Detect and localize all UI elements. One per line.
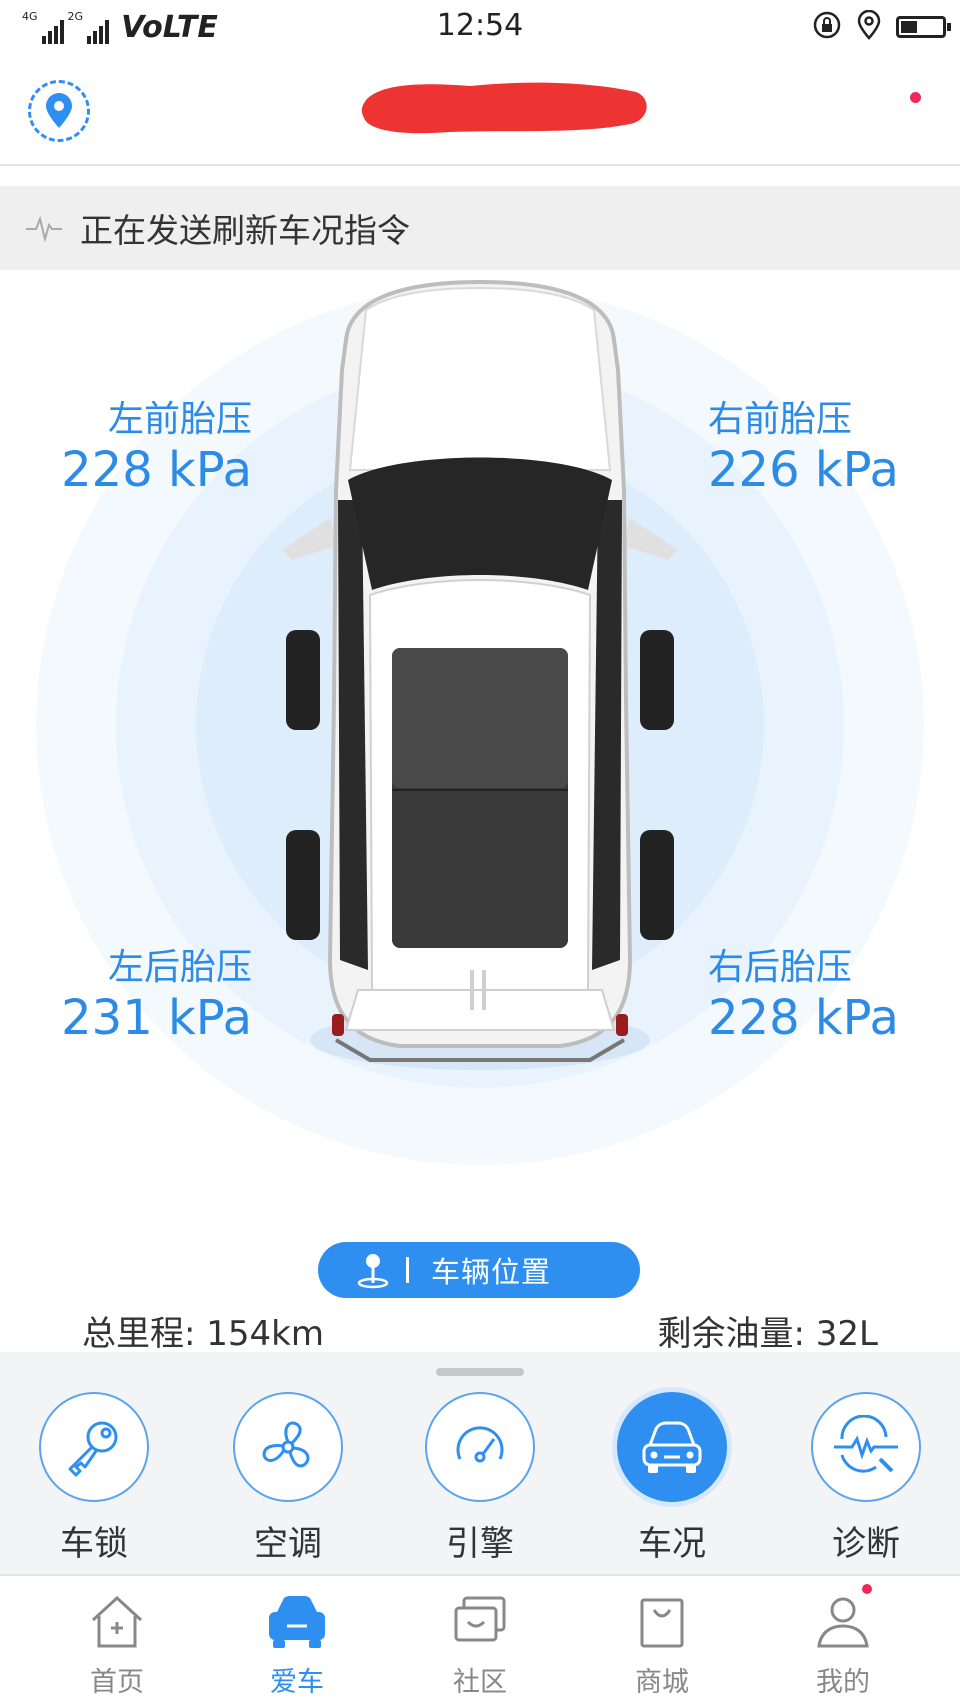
battery-icon bbox=[896, 16, 951, 38]
shop-bag-icon bbox=[640, 1598, 684, 1648]
location-button[interactable] bbox=[28, 80, 90, 142]
app-header bbox=[0, 52, 960, 166]
home-icon bbox=[91, 1595, 143, 1648]
rotation-lock-icon bbox=[812, 10, 842, 44]
tab-profile-label: 我的 bbox=[816, 1667, 870, 1698]
function-lock-label: 车锁 bbox=[60, 1524, 128, 1564]
bottom-tab-bar: 首页 爱车 社区 商城 我的 bbox=[0, 1574, 960, 1708]
fan-icon bbox=[262, 1421, 310, 1468]
tire-rear-right: 右后胎压 228 kPa bbox=[708, 946, 948, 1046]
function-ac-circle bbox=[233, 1392, 343, 1502]
car-front-icon bbox=[642, 1421, 702, 1473]
location-status-icon bbox=[856, 9, 882, 44]
tab-profile[interactable]: 我的 bbox=[783, 1592, 903, 1699]
vehicle-location-label: 车辆位置 bbox=[431, 1255, 552, 1289]
redacted-plate-title bbox=[361, 82, 647, 134]
key-icon bbox=[68, 1421, 118, 1477]
banner-text: 正在发送刷新车况指令 bbox=[80, 211, 410, 250]
notification-dot bbox=[910, 92, 921, 103]
tire-rear-left: 左后胎压 231 kPa bbox=[12, 946, 252, 1046]
total-mileage: 总里程: 154km bbox=[82, 1314, 324, 1354]
tab-shop-label: 商城 bbox=[635, 1667, 689, 1698]
function-panel: 车锁 空调 引擎 车况 诊断 bbox=[0, 1352, 960, 1574]
tire-rear-left-value: 231 kPa bbox=[61, 990, 252, 1046]
function-ac-label: 空调 bbox=[254, 1524, 322, 1564]
divider bbox=[406, 1257, 409, 1283]
vehicle-status-area: 左前胎压 228 kPa 右前胎压 226 kPa 左后胎压 231 kPa 右… bbox=[0, 270, 960, 1170]
car-top-view-illustration bbox=[282, 279, 678, 1070]
tire-front-right: 右前胎压 226 kPa bbox=[708, 398, 948, 498]
function-diagnosis-circle bbox=[811, 1392, 921, 1502]
function-condition[interactable]: 车况 bbox=[607, 1392, 737, 1565]
function-engine-circle bbox=[425, 1392, 535, 1502]
tire-rear-left-label: 左后胎压 bbox=[107, 947, 252, 988]
tire-front-left: 左前胎压 228 kPa bbox=[12, 398, 252, 498]
tire-rear-right-label: 右后胎压 bbox=[708, 947, 853, 988]
remaining-fuel: 剩余油量: 32L bbox=[657, 1314, 878, 1354]
vehicle-location-button[interactable]: 车辆位置 bbox=[318, 1242, 640, 1298]
tab-shop[interactable]: 商城 bbox=[602, 1592, 722, 1699]
function-lock[interactable]: 车锁 bbox=[29, 1392, 159, 1565]
pulse-icon bbox=[26, 215, 62, 242]
diagnosis-icon bbox=[834, 1415, 898, 1473]
function-condition-label: 车况 bbox=[638, 1524, 706, 1564]
function-diagnosis-label: 诊断 bbox=[832, 1524, 900, 1564]
function-condition-circle bbox=[617, 1392, 727, 1502]
drag-handle[interactable] bbox=[436, 1368, 524, 1376]
person-icon bbox=[817, 1597, 869, 1648]
car-icon bbox=[269, 1596, 325, 1648]
function-engine[interactable]: 引擎 bbox=[415, 1392, 545, 1565]
function-diagnosis[interactable]: 诊断 bbox=[801, 1392, 931, 1565]
tab-community-label: 社区 bbox=[453, 1667, 507, 1698]
function-engine-label: 引擎 bbox=[446, 1524, 514, 1564]
community-icon bbox=[454, 1596, 506, 1642]
refresh-status-banner: 正在发送刷新车况指令 bbox=[0, 186, 960, 270]
profile-badge-dot bbox=[862, 1584, 872, 1594]
location-pin-icon bbox=[46, 93, 72, 128]
tab-home[interactable]: 首页 bbox=[57, 1592, 177, 1699]
tire-rear-right-value: 228 kPa bbox=[708, 990, 899, 1046]
tab-community[interactable]: 社区 bbox=[420, 1592, 540, 1699]
status-bar: 4G 2G VoLTE 12:54 bbox=[0, 0, 960, 52]
tire-front-right-value: 226 kPa bbox=[708, 442, 899, 498]
function-lock-circle bbox=[39, 1392, 149, 1502]
gauge-icon bbox=[456, 1426, 504, 1463]
tire-front-left-label: 左前胎压 bbox=[107, 399, 252, 440]
tab-home-label: 首页 bbox=[90, 1667, 144, 1698]
map-pin-icon bbox=[357, 1254, 389, 1289]
tire-front-right-label: 右前胎压 bbox=[708, 399, 853, 440]
function-ac[interactable]: 空调 bbox=[223, 1392, 353, 1565]
tab-my-car-label: 爱车 bbox=[270, 1667, 324, 1698]
tire-front-left-value: 228 kPa bbox=[61, 442, 252, 498]
tab-my-car[interactable]: 爱车 bbox=[237, 1592, 357, 1699]
